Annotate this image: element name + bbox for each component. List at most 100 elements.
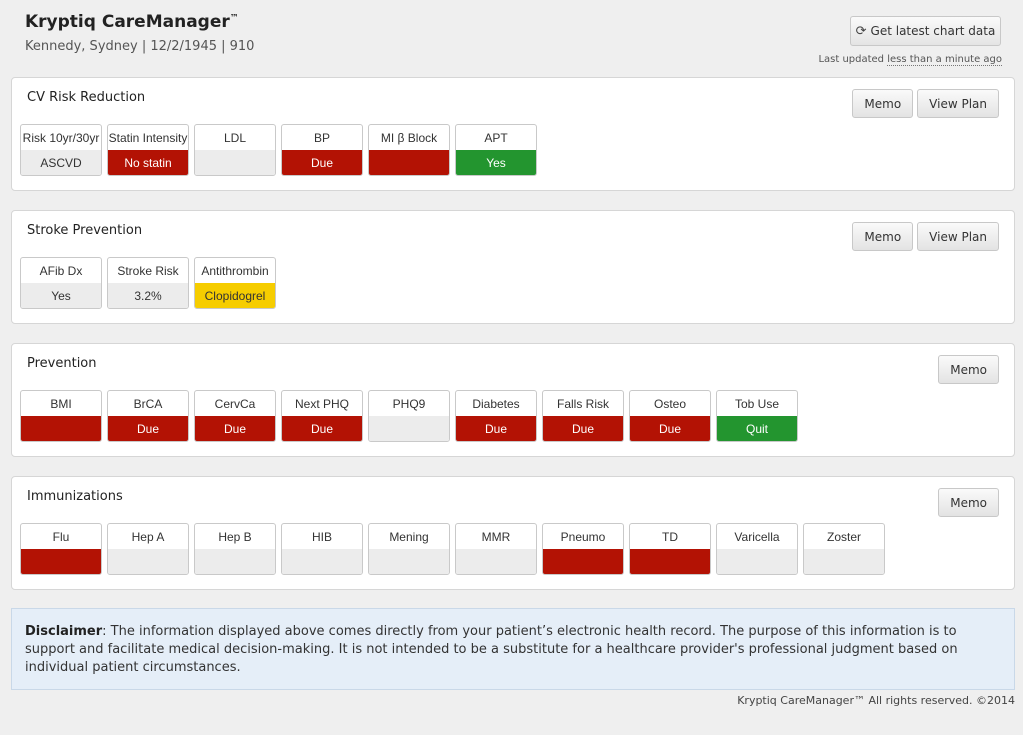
- measure-label: PHQ9: [392, 396, 426, 411]
- disclaimer-text: : The information displayed above comes …: [25, 624, 958, 675]
- trademark-mark: ™: [229, 13, 239, 24]
- last-updated-relative: less than a minute ago: [887, 54, 1002, 66]
- measure-label: LDL: [223, 130, 246, 145]
- measure-tile-flu[interactable]: Flu: [20, 523, 102, 575]
- measure-label: Diabetes: [472, 396, 520, 411]
- measure-status: [21, 416, 101, 441]
- measure-label: Stroke Risk: [117, 263, 179, 278]
- measure-status: Clopidogrel: [195, 283, 275, 308]
- panel-prevention: Prevention Memo BMI BrCA Due CervCa Due Next …: [11, 343, 1015, 457]
- measure-label: Flu: [52, 529, 70, 544]
- measure-label: Antithrombin: [201, 263, 269, 278]
- app-header: Kryptiq CareManager™ Kennedy, Sydney | 1…: [0, 0, 1023, 76]
- measure-label: Hep B: [218, 529, 252, 544]
- panel-title: Stroke Prevention: [27, 223, 143, 238]
- measure-label: BP: [313, 130, 330, 145]
- measure-status: [195, 150, 275, 175]
- measure-tile-hep-b[interactable]: Hep B: [194, 523, 276, 575]
- measure-status: [630, 549, 710, 574]
- memo-button[interactable]: Memo: [938, 355, 999, 384]
- measure-label: MMR: [481, 529, 511, 544]
- get-latest-chart-data-button[interactable]: ⟳ Get latest chart data: [850, 16, 1001, 46]
- last-updated-prefix: Last updated: [818, 54, 888, 65]
- refresh-button-label: Get latest chart data: [870, 24, 996, 38]
- measure-tile-next-phq[interactable]: Next PHQ Due: [281, 390, 363, 442]
- measure-status: [543, 549, 623, 574]
- measure-status: [456, 549, 536, 574]
- measure-status: Due: [282, 150, 362, 175]
- panel-tiles: Flu Hep A Hep B HIB Mening MMR Pneumo TD Varicel…: [20, 523, 885, 575]
- measure-tile-hib[interactable]: HIB: [281, 523, 363, 575]
- measure-label: Pneumo: [560, 529, 606, 544]
- measure-tile-td[interactable]: TD: [629, 523, 711, 575]
- app-name: Kryptiq CareManager: [25, 12, 230, 32]
- disclaimer-heading: Disclaimer: [25, 624, 103, 639]
- measure-tile-apt[interactable]: APT Yes: [455, 124, 537, 176]
- memo-button[interactable]: Memo: [938, 488, 999, 517]
- measure-tile-falls-risk[interactable]: Falls Risk Due: [542, 390, 624, 442]
- measure-tile-mening[interactable]: Mening: [368, 523, 450, 575]
- panel-buttons: Memo: [938, 488, 999, 517]
- measure-tile-antithrombin[interactable]: Antithrombin Clopidogrel: [194, 257, 276, 309]
- refresh-icon: ⟳: [855, 23, 867, 39]
- measure-label: Risk 10yr/30yr: [22, 130, 100, 145]
- measure-status: Due: [630, 416, 710, 441]
- view-plan-button[interactable]: View Plan: [917, 89, 999, 118]
- measure-status: Due: [108, 416, 188, 441]
- measure-status: Yes: [456, 150, 536, 175]
- measure-status: No statin: [108, 150, 188, 175]
- view-plan-button[interactable]: View Plan: [917, 222, 999, 251]
- measure-status: Yes: [21, 283, 101, 308]
- measure-label: AFib Dx: [39, 263, 83, 278]
- measure-tile-diabetes[interactable]: Diabetes Due: [455, 390, 537, 442]
- last-updated-text: Last updated less than a minute ago: [818, 54, 1002, 66]
- memo-button[interactable]: Memo: [852, 89, 914, 118]
- measure-tile-afib-dx[interactable]: AFib Dx Yes: [20, 257, 102, 309]
- patient-info: Kennedy, Sydney | 12/2/1945 | 910: [25, 39, 255, 54]
- measure-label: Mening: [389, 529, 429, 544]
- measure-tile-pneumo[interactable]: Pneumo: [542, 523, 624, 575]
- measure-tile-risk-10yr-30yr[interactable]: Risk 10yr/30yr ASCVD: [20, 124, 102, 176]
- measure-tile-brca[interactable]: BrCA Due: [107, 390, 189, 442]
- panel-tiles: AFib Dx Yes Stroke Risk 3.2% Antithrombin Clo…: [20, 257, 276, 309]
- app-title: Kryptiq CareManager™: [25, 12, 239, 32]
- measure-status: [717, 549, 797, 574]
- panel-title: Immunizations: [27, 489, 123, 504]
- measure-status: [369, 150, 449, 175]
- measure-status: Due: [456, 416, 536, 441]
- measure-tile-mmr[interactable]: MMR: [455, 523, 537, 575]
- measure-tile-mi-block[interactable]: MI β Block: [368, 124, 450, 176]
- measure-label: Next PHQ: [294, 396, 349, 411]
- measure-tile-bp[interactable]: BP Due: [281, 124, 363, 176]
- measure-label: CervCa: [214, 396, 256, 411]
- measure-tile-zoster[interactable]: Zoster: [803, 523, 885, 575]
- measure-tile-cervca[interactable]: CervCa Due: [194, 390, 276, 442]
- measure-tile-tob-use[interactable]: Tob Use Quit: [716, 390, 798, 442]
- measure-label: APT: [484, 130, 508, 145]
- footer-copyright: Kryptiq CareManager™ All rights reserved…: [737, 694, 1015, 707]
- measure-tile-varicella[interactable]: Varicella: [716, 523, 798, 575]
- measure-status: Due: [282, 416, 362, 441]
- measure-status: Due: [195, 416, 275, 441]
- measure-tile-phq9[interactable]: PHQ9: [368, 390, 450, 442]
- measure-tile-ldl[interactable]: LDL: [194, 124, 276, 176]
- panel-title: CV Risk Reduction: [27, 90, 146, 105]
- memo-button[interactable]: Memo: [852, 222, 914, 251]
- panel-stroke-prevention: Stroke Prevention Memo View Plan AFib Dx Y…: [11, 210, 1015, 324]
- measure-label: Statin Intensity: [108, 130, 188, 145]
- measure-label: TD: [662, 529, 678, 544]
- measure-tile-osteo[interactable]: Osteo Due: [629, 390, 711, 442]
- measure-status: [804, 549, 884, 574]
- panel-tiles: Risk 10yr/30yr ASCVD Statin Intensity No st…: [20, 124, 537, 176]
- measure-status: [369, 549, 449, 574]
- panel-buttons: Memo: [938, 355, 999, 384]
- measure-tile-stroke-risk[interactable]: Stroke Risk 3.2%: [107, 257, 189, 309]
- panel-immunizations: Immunizations Memo Flu Hep A Hep B HIB Menin…: [11, 476, 1015, 590]
- measure-tile-statin-intensity[interactable]: Statin Intensity No statin: [107, 124, 189, 176]
- panel-buttons: Memo View Plan: [852, 89, 999, 118]
- measure-label: Falls Risk: [556, 396, 609, 411]
- measure-status: [195, 549, 275, 574]
- measure-tile-hep-a[interactable]: Hep A: [107, 523, 189, 575]
- measure-tile-bmi[interactable]: BMI: [20, 390, 102, 442]
- measure-label: Zoster: [826, 529, 861, 544]
